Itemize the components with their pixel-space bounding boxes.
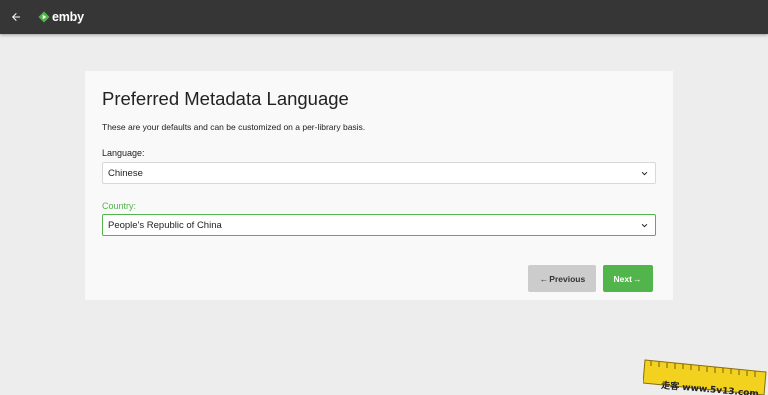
wizard-card: Preferred Metadata Language These are yo…: [85, 71, 673, 300]
previous-button[interactable]: ← Previous: [528, 265, 596, 292]
next-button[interactable]: Next →: [603, 265, 653, 292]
chevron-down-icon: [641, 223, 648, 228]
back-button[interactable]: [2, 0, 30, 34]
arrow-left-icon: [12, 13, 20, 21]
language-label: Language:: [102, 148, 145, 158]
emby-logo-icon: [38, 11, 50, 23]
country-select[interactable]: People's Republic of China: [102, 214, 656, 236]
header-bar: emby: [0, 0, 768, 34]
page-title: Preferred Metadata Language: [102, 88, 349, 109]
country-label: Country:: [102, 201, 137, 211]
language-select[interactable]: Chinese: [102, 162, 656, 184]
previous-label: Previous: [549, 273, 586, 284]
arrow-left-icon: ←: [539, 273, 549, 284]
chevron-down-icon: [641, 171, 648, 176]
watermark-ruler: 走客 www.5v13.com: [643, 359, 767, 395]
logo-text: emby: [52, 10, 84, 24]
next-label: Next: [613, 273, 632, 284]
page-description: These are your defaults and can be custo…: [102, 122, 366, 132]
emby-logo[interactable]: emby: [38, 10, 84, 24]
arrow-right-icon: →: [632, 273, 642, 284]
language-value: Chinese: [108, 167, 143, 179]
country-value: People's Republic of China: [108, 219, 222, 231]
